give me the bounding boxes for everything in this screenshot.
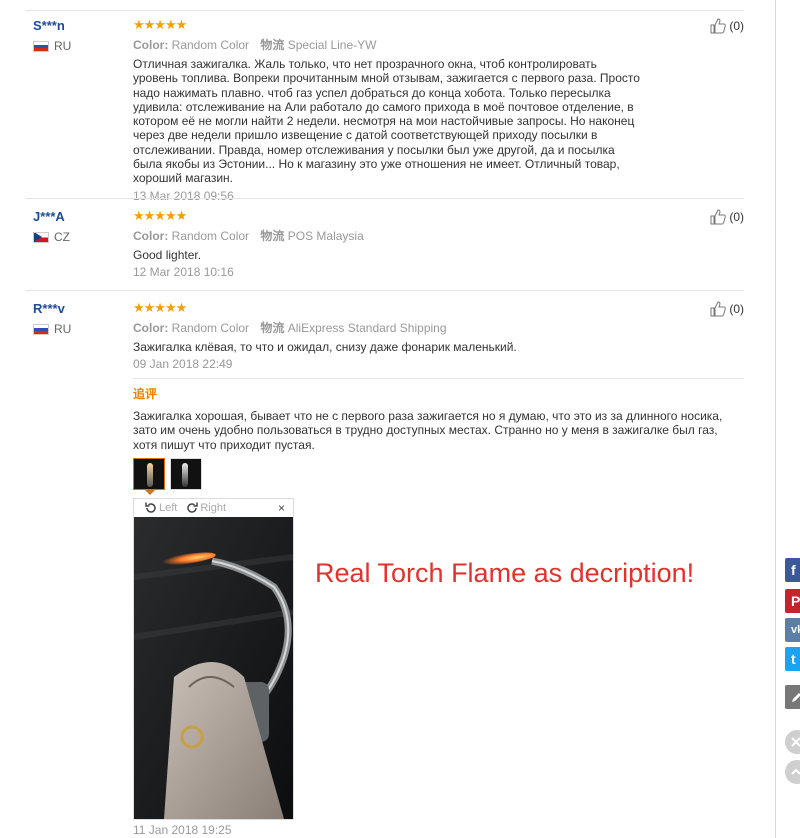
additional-feedback: 追评 Зажигалка хорошая, бывает что не с пе… [133,387,733,452]
pinterest-share-button[interactable]: P [785,589,800,613]
rotate-right-label: Right [200,502,227,514]
color-value: Random Color [171,38,250,52]
facebook-share-button[interactable]: f [785,558,800,582]
flag-ru-icon [33,323,49,335]
color-label: Color: [133,321,169,335]
twitter-share-button[interactable]: t [785,647,800,671]
review-item: R***v RU ★★★★★ Color: Random Color 物流 Al… [26,301,744,373]
review-photo [134,517,293,819]
twitter-icon: t [791,651,796,667]
shipping-value: Special Line-YW [287,38,377,52]
shipping-value: POS Malaysia [287,229,364,243]
additional-feedback-label: 追评 [133,387,158,401]
reviewer-info: S***n RU [33,18,71,53]
reviewer-info: R***v RU [33,301,71,336]
chevron-up-icon [791,768,800,775]
flag-ru-icon [33,40,49,52]
pencil-icon [792,693,800,702]
photo-thumbnail[interactable] [170,458,202,490]
photo-viewer: Left Right × [133,498,294,820]
review-text: Зажигалка клёвая, то что и ожидал, снизу… [133,340,517,354]
divider [26,10,744,11]
divider [26,290,744,291]
vk-icon: vk [791,624,800,636]
review-item: J***A CZ ★★★★★ Color: Random Color 物流 PO… [26,209,744,281]
helpful-count: (0) [729,18,744,33]
review-meta: Color: Random Color 物流 POS Malaysia [133,229,643,243]
shipping-label: 物流 [260,321,285,335]
review-content: ★★★★★ Color: Random Color 物流 Special Lin… [133,18,643,203]
photo-thumbnail[interactable] [133,458,165,490]
edit-button[interactable] [785,685,800,709]
helpful-count: (0) [729,301,744,316]
review-item: S***n RU ★★★★★ Color: Random Color 物流 Sp… [26,17,744,203]
selected-thumbnail-caret [145,490,155,495]
additional-feedback-text: Зажигалка хорошая, бывает что не с перво… [133,409,723,452]
country-code: CZ [54,230,70,244]
facebook-icon: f [791,562,796,578]
helpful-button[interactable]: (0) [710,208,744,225]
review-meta: Color: Random Color 物流 Special Line-YW [133,38,643,52]
reviewer-country: CZ [33,230,70,244]
country-code: RU [54,39,72,53]
rotate-left-label: Left [159,502,178,514]
close-sidebar-button[interactable] [785,730,800,754]
color-value: Random Color [171,321,250,335]
flag-cz-icon [33,231,49,243]
thumbs-up-icon [710,18,727,34]
shipping-label: 物流 [260,38,285,52]
star-rating: ★★★★★ [133,300,187,315]
photo-viewer-toolbar: Left Right × [134,499,293,517]
review-meta: Color: Random Color 物流 AliExpress Standa… [133,321,643,335]
close-icon [791,737,800,747]
photo-thumbnails [133,458,202,490]
torch-lighter-photo [134,517,293,819]
review-date: 12 Mar 2018 10:16 [133,265,234,280]
thumbnail-image [147,463,153,487]
scroll-top-button[interactable] [785,760,800,784]
review-date: 09 Jan 2018 22:49 [133,357,233,372]
reviewer-name[interactable]: S***n [33,18,71,34]
review-content: ★★★★★ Color: Random Color 物流 POS Malaysi… [133,208,643,280]
reviewer-country: RU [33,322,71,336]
rotate-left-button[interactable]: Left [144,501,177,515]
review-text: Отличная зажигалка. Жаль только, что нет… [133,57,640,186]
review-date: 13 Mar 2018 09:56 [133,188,234,203]
close-viewer-button[interactable]: × [278,501,285,515]
helpful-button[interactable]: (0) [710,17,744,34]
color-value: Random Color [171,229,250,243]
thumbs-up-icon [710,209,727,225]
review-content: ★★★★★ Color: Random Color 物流 AliExpress … [133,300,643,372]
additional-feedback-date: 11 Jan 2018 19:25 [133,823,232,837]
pinterest-icon: P [791,593,800,609]
color-label: Color: [133,229,169,243]
shipping-label: 物流 [260,229,285,243]
color-label: Color: [133,38,169,52]
reviewer-name[interactable]: J***A [33,209,70,225]
rotate-left-icon [145,502,156,513]
star-rating: ★★★★★ [133,208,187,223]
country-code: RU [54,322,72,336]
divider [26,198,744,199]
thumbnail-image [182,463,188,487]
shipping-value: AliExpress Standard Shipping [287,321,447,335]
star-rating: ★★★★★ [133,17,187,32]
review-text: Good lighter. [133,248,202,262]
rotate-right-icon [187,502,199,513]
rotate-right-button[interactable]: Right [185,501,226,515]
reviewer-info: J***A CZ [33,209,70,244]
thumbs-up-icon [710,301,727,317]
helpful-button[interactable]: (0) [710,300,744,317]
promo-caption: Real Torch Flame as decription! [315,558,695,588]
divider [133,378,744,379]
helpful-count: (0) [729,209,744,224]
vk-share-button[interactable]: vk [785,618,800,642]
reviewer-country: RU [33,39,71,53]
reviewer-name[interactable]: R***v [33,301,71,317]
